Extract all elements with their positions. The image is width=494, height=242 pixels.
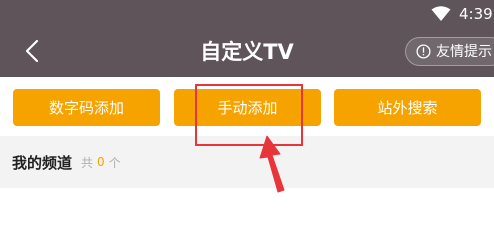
external-search-button[interactable]: 站外搜索 bbox=[334, 89, 481, 126]
count-prefix: 共 bbox=[81, 155, 94, 170]
tips-label: 友情提示 bbox=[436, 43, 492, 60]
my-channels-title: 我的频道 bbox=[12, 153, 73, 172]
status-time: 4:39 bbox=[459, 5, 493, 23]
info-circle-icon bbox=[416, 44, 431, 59]
manual-add-button[interactable]: 手动添加 bbox=[174, 89, 321, 126]
count-suffix: 个 bbox=[108, 155, 121, 170]
top-app-bar: 4:39 自定义TV 友情提示 bbox=[0, 0, 494, 77]
status-bar: 4:39 bbox=[0, 0, 494, 28]
wifi-icon bbox=[431, 6, 451, 21]
my-channels-header: 我的频道 共 0 个 bbox=[0, 136, 494, 188]
tips-button[interactable]: 友情提示 bbox=[405, 37, 494, 66]
channel-count: 共 0 个 bbox=[81, 154, 121, 171]
add-actions-row: 数字码添加 手动添加 站外搜索 bbox=[0, 77, 494, 136]
digit-code-add-button[interactable]: 数字码添加 bbox=[13, 89, 160, 126]
count-value: 0 bbox=[97, 155, 105, 169]
